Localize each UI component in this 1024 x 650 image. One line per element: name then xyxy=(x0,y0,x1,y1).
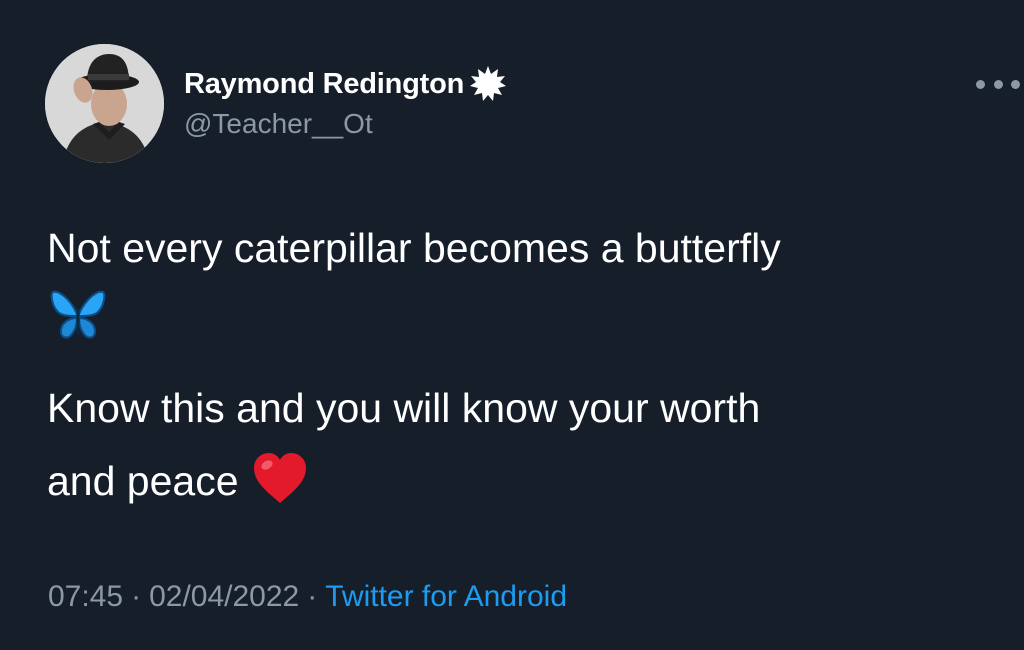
tweet-meta: 07:45 · 02/04/2022 · Twitter for Android xyxy=(48,580,567,614)
tweet-text-line-1: Not every caterpillar becomes a butterfl… xyxy=(47,225,781,271)
dot xyxy=(993,79,1003,89)
display-name[interactable]: Raymond Redington xyxy=(184,68,464,101)
tweet-time[interactable]: 07:45 xyxy=(48,580,123,613)
dot xyxy=(1011,79,1020,89)
red-heart-emoji xyxy=(251,451,309,505)
tweet-text-line-3-text: and peace xyxy=(47,458,239,504)
tweet-text-line-2: Know this and you will know your worth xyxy=(47,385,761,431)
avatar-image xyxy=(45,44,164,163)
tweet-card: Raymond Redington @Teacher__Ot Not every… xyxy=(0,0,1024,650)
tweet-date[interactable]: 02/04/2022 xyxy=(149,580,299,613)
more-options-icon[interactable] xyxy=(976,72,1020,96)
avatar[interactable] xyxy=(45,44,164,163)
display-name-row[interactable]: Raymond Redington xyxy=(184,66,508,102)
tweet-source-link[interactable]: Twitter for Android xyxy=(325,580,567,613)
meta-separator: · xyxy=(131,580,142,613)
meta-separator: · xyxy=(307,580,318,613)
tweet-text-line-3: and peace xyxy=(47,451,309,506)
butterfly-emoji xyxy=(50,288,106,342)
dot xyxy=(976,79,985,89)
user-handle[interactable]: @Teacher__Ot xyxy=(184,108,373,140)
verified-badge-icon xyxy=(468,64,508,104)
